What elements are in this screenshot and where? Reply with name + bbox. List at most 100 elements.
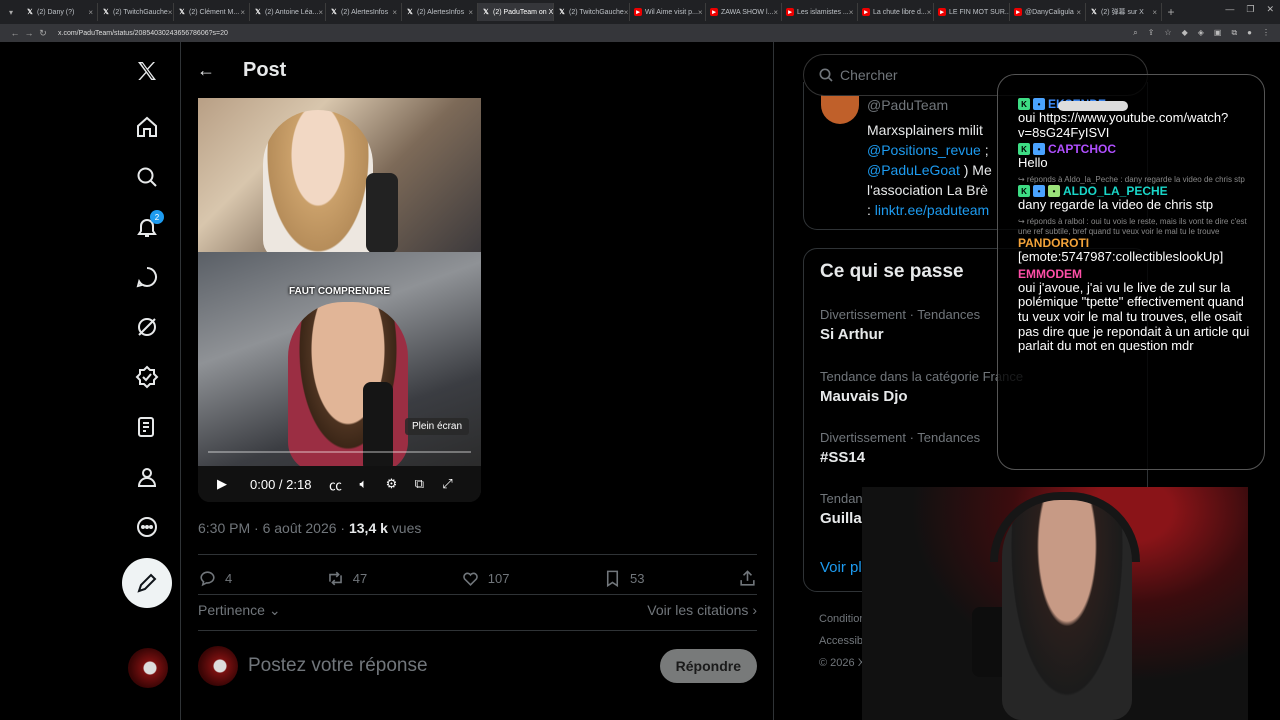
view-quotes-link[interactable]: Voir les citations › xyxy=(647,602,757,619)
footer-link[interactable]: Condition xyxy=(819,608,865,630)
close-tab-icon[interactable]: × xyxy=(1076,8,1081,17)
url-field[interactable]: x.com/PaduTeam/status/208540302436567860… xyxy=(58,30,228,37)
video-time: 0:00 / 2:18 xyxy=(250,476,312,492)
reply-action[interactable]: 4 xyxy=(198,569,232,588)
close-tab-icon[interactable]: × xyxy=(1152,8,1157,17)
play-icon[interactable]: ▶ xyxy=(208,476,236,492)
browser-tab[interactable]: 𝕏(2) PaduTeam on X× xyxy=(478,3,554,21)
compose-post-button[interactable] xyxy=(122,558,172,608)
author-avatar[interactable] xyxy=(821,94,859,124)
author-handle[interactable]: @PaduTeam xyxy=(867,97,948,113)
fullscreen-icon[interactable]: ⤢ xyxy=(433,476,461,492)
browser-tab[interactable]: 𝕏 (2) Dany (?) × xyxy=(22,3,98,21)
volume-icon[interactable]: 🔈︎ xyxy=(349,476,377,492)
verified-badge-icon[interactable] xyxy=(134,364,160,390)
bio-link[interactable]: linktr.ee/paduteam xyxy=(875,202,989,218)
forward-nav-icon[interactable]: → xyxy=(22,28,36,38)
browser-tab[interactable]: 𝕏 (2) AlertesInfos × xyxy=(326,3,402,21)
chat-text: Hello xyxy=(1018,155,1048,171)
lists-icon[interactable] xyxy=(134,414,160,440)
share-icon[interactable]: ⇪ xyxy=(1148,28,1155,38)
close-tab-icon[interactable]: × xyxy=(698,8,703,17)
post-meta: 6:30 PM · 6 août 2026 · 13,4 k vues xyxy=(198,520,421,536)
video-frame-top xyxy=(198,98,481,260)
browser-tab[interactable]: ▸ La chute libre d... × xyxy=(858,3,934,21)
extension-icon[interactable]: ◈ xyxy=(1198,28,1204,38)
explore-search-icon[interactable] xyxy=(134,164,160,190)
reload-icon[interactable]: ↻ xyxy=(36,28,50,39)
close-tab-icon[interactable]: × xyxy=(468,8,473,17)
video-progress-bar[interactable] xyxy=(208,451,471,453)
browser-tab[interactable]: 𝕏 (2) TwitchGauche × xyxy=(554,3,630,21)
close-window-button[interactable]: ✕ xyxy=(1266,4,1274,15)
close-tab-icon[interactable]: × xyxy=(392,8,397,17)
close-tab-icon[interactable]: × xyxy=(624,8,629,17)
footer-link[interactable]: Accessib xyxy=(819,630,865,652)
tab-label: (2) Clément M... xyxy=(189,8,240,16)
notifications-bell-icon[interactable]: 2 xyxy=(134,210,164,240)
profile-person-icon[interactable] xyxy=(134,464,160,490)
browser-tab[interactable]: ▸ ZAWA SHOW l... × xyxy=(706,3,782,21)
tab-label: LE FIN MOT SUR... xyxy=(949,8,1010,16)
close-tab-icon[interactable]: × xyxy=(318,8,323,17)
close-tab-icon[interactable]: × xyxy=(240,8,245,17)
like-count: 107 xyxy=(487,570,510,586)
bio-link[interactable]: @PaduLeGoat xyxy=(867,162,960,178)
show-more-link[interactable]: Voir pl xyxy=(820,559,862,576)
views-label: vues xyxy=(387,520,422,536)
tab-search-button[interactable]: ▾ xyxy=(0,3,22,21)
profile-icon[interactable]: ● xyxy=(1247,28,1252,38)
x-logo-icon[interactable] xyxy=(134,58,160,84)
browser-tab[interactable]: ▸LE FIN MOT SUR...× xyxy=(934,3,1010,21)
zoom-icon[interactable]: ⌕ xyxy=(1133,28,1137,38)
headset xyxy=(990,492,1140,562)
back-nav-icon[interactable]: ← xyxy=(8,28,22,38)
minimize-button[interactable]: — xyxy=(1225,4,1234,15)
sort-dropdown[interactable]: Pertinence ⌄ xyxy=(198,602,281,619)
share-action[interactable] xyxy=(738,569,757,588)
menu-kebab-icon[interactable]: ⋮ xyxy=(1262,28,1270,38)
post-timestamp[interactable]: 6:30 PM · 6 août 2026 · xyxy=(198,520,349,536)
browser-tab[interactable]: ▸ @DanyCaligula × xyxy=(1010,3,1086,21)
extensions-puzzle-icon[interactable]: ⧉ xyxy=(1231,28,1237,38)
settings-gear-icon[interactable]: ⚙ xyxy=(377,476,405,492)
youtube-icon: ▸ xyxy=(862,8,870,16)
grok-chat-icon[interactable] xyxy=(134,264,160,290)
bio-link[interactable]: @Positions_revue xyxy=(867,142,981,158)
close-tab-icon[interactable]: × xyxy=(927,8,932,17)
bookmark-star-icon[interactable]: ☆ xyxy=(1164,28,1171,38)
close-tab-icon[interactable]: × xyxy=(849,8,854,17)
reply-button[interactable]: Répondre xyxy=(659,649,757,683)
browser-tab[interactable]: 𝕏 (2) Antoine Léa... × xyxy=(250,3,326,21)
account-avatar[interactable] xyxy=(128,648,168,688)
home-icon[interactable] xyxy=(134,114,160,140)
extension-icon[interactable]: ◆ xyxy=(1182,28,1188,38)
reply-bubble-icon xyxy=(200,570,215,586)
reply-input[interactable]: Postez votre réponse xyxy=(248,655,428,677)
browser-tab[interactable]: 𝕏 (2) 弹幕 sur X × xyxy=(1086,3,1162,21)
grok-slash-icon[interactable] xyxy=(134,314,160,340)
new-tab-button[interactable]: + xyxy=(1162,5,1180,19)
captions-icon[interactable]: ㏄ xyxy=(321,475,349,494)
close-tab-icon[interactable]: × xyxy=(88,8,93,17)
picture-in-picture-icon[interactable]: ⧉ xyxy=(405,476,433,492)
browser-tab[interactable]: 𝕏 (2) Clément M... × xyxy=(174,3,250,21)
back-arrow-icon[interactable]: ← xyxy=(197,60,215,81)
microphone xyxy=(363,382,393,472)
close-tab-icon[interactable]: × xyxy=(168,8,173,17)
like-action[interactable]: 107 xyxy=(461,569,510,588)
more-options-icon[interactable] xyxy=(134,514,160,540)
browser-tab[interactable]: ▸ Wil Aime visit p... × xyxy=(630,3,706,21)
browser-tab[interactable]: ▸ Les islamistes ... × xyxy=(782,3,858,21)
extension-icon[interactable]: ▣ xyxy=(1214,28,1222,38)
repost-action[interactable]: 47 xyxy=(326,569,367,588)
close-tab-icon[interactable]: × xyxy=(773,8,778,17)
maximize-button[interactable]: ❐ xyxy=(1246,4,1254,15)
bookmark-action[interactable]: 53 xyxy=(603,569,644,588)
fullscreen-tooltip: Plein écran xyxy=(405,418,470,435)
x-icon: 𝕏 xyxy=(407,9,413,16)
video-player[interactable]: FAUT COMPRENDRE Plein écran ▶ 0:00 / 2:1… xyxy=(198,98,481,502)
browser-tab[interactable]: 𝕏 (2) AlertesInfos × xyxy=(402,3,478,21)
chat-reply-reference: ↪ réponds à Aldo_la_Peche : dany regarde… xyxy=(1018,174,1245,184)
browser-tab[interactable]: 𝕏 (2) TwitchGauche × xyxy=(98,3,174,21)
